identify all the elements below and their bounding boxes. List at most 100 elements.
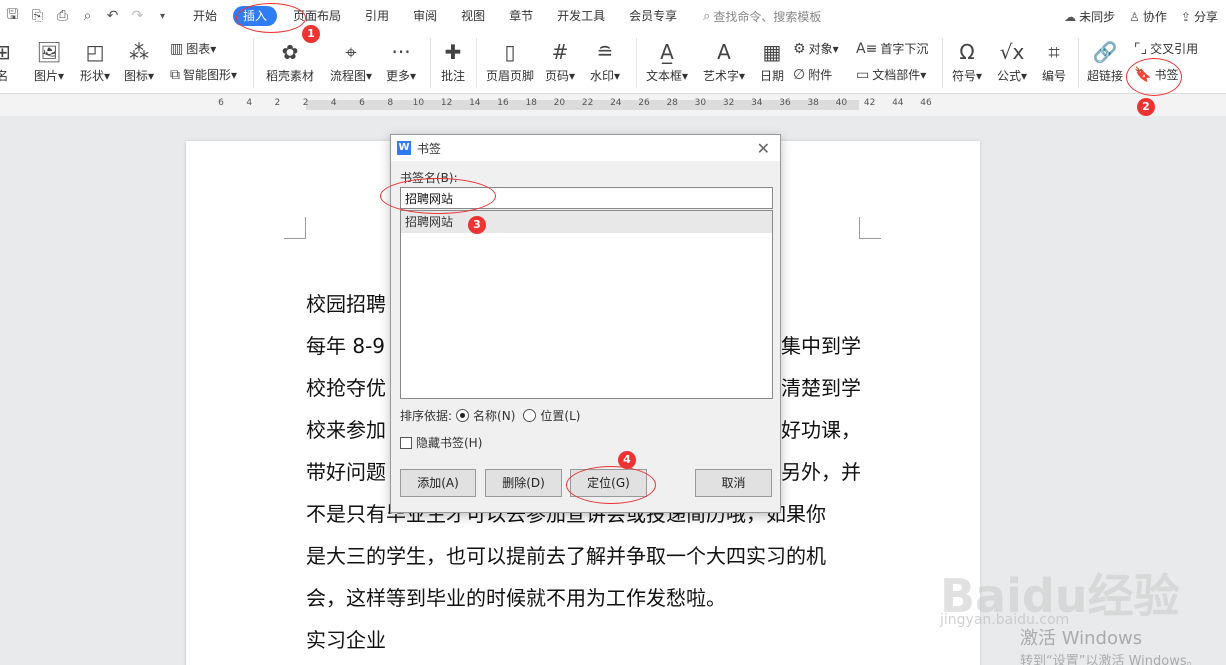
line-left-text: 会，这样等到毕业的时候就不用为工作发愁啦。 [306, 586, 726, 610]
sort-by-name-radio[interactable] [456, 409, 470, 422]
tab-home[interactable]: 开始 [181, 0, 229, 32]
object-button[interactable]: ⚙ 对象 ▾ [793, 40, 839, 57]
sort-by-position-label[interactable]: 位置(L) [540, 407, 580, 424]
ruler-tick-label: 28 [666, 98, 678, 108]
crossref-button[interactable]: ⌜⌟ 交叉引用 [1134, 40, 1198, 57]
watermark-label: 水印 [590, 69, 615, 83]
chart-icon: ▥ [170, 40, 184, 57]
margin-corner-top-left [284, 217, 306, 239]
bookmark-list[interactable]: 招聘网站 [400, 210, 773, 399]
dialog-titlebar[interactable]: W 书签 ✕ [391, 135, 780, 161]
hidden-bookmark-label[interactable]: 隐藏书签(H) [416, 434, 482, 451]
sort-options: 排序依据: 名称(N) 位置(L) [400, 407, 580, 424]
dropcap-button[interactable]: A≡ 首字下沉 [856, 40, 928, 57]
horizontal-ruler[interactable]: 6 4 2 2 4 6 8 10 12 14 16 18 20 22 24 26 28 30 32 34 36 38 40 4… [0, 94, 1226, 116]
page-number-button[interactable]: # 页码▾ [545, 38, 575, 86]
preview-icon[interactable]: ⌕ [75, 0, 100, 32]
comment-label: 批注 [441, 69, 466, 83]
hyperlink-button[interactable]: 🔗 超链接 [1087, 38, 1123, 86]
document-line: 是大三的学生，也可以提前去了解并争取一个大四实习的机 [306, 535, 861, 577]
ruler-tick-label: 20 [553, 98, 566, 108]
smartart-label: 智能图形 [183, 68, 232, 82]
left-cut-label: 名 [0, 69, 9, 83]
search-icon: ⌕ [703, 8, 711, 24]
search-placeholder: 查找命令、搜索模板 [713, 9, 822, 24]
icon-button[interactable]: ⁂ 图标▾ [124, 38, 154, 86]
dropcap-label: 首字下沉 [880, 42, 929, 56]
textbox-label: 文本框 [646, 69, 683, 83]
shape-button[interactable]: ◰ 形状▾ [80, 38, 110, 86]
hidden-bookmark-option: 隐藏书签(H) [400, 434, 482, 451]
numbering-icon: ⌗ [1048, 40, 1060, 64]
tab-section[interactable]: 章节 [497, 0, 545, 32]
header-footer-label: 页眉页脚 [486, 69, 535, 83]
sort-label: 排序依据: [400, 409, 453, 423]
header-footer-icon: ▯ [504, 40, 516, 64]
shape-label: 形状 [80, 69, 105, 83]
header-footer-button[interactable]: ▯ 页眉页脚 [486, 38, 534, 86]
hidden-bookmark-checkbox[interactable] [400, 436, 412, 449]
ruler-tick-label: 8 [387, 98, 394, 108]
crossref-label: 交叉引用 [1150, 42, 1199, 56]
tab-references[interactable]: 引用 [353, 0, 401, 32]
material-button[interactable]: ✿ 稻壳素材 [266, 38, 314, 86]
sort-by-name-label[interactable]: 名称(N) [473, 407, 515, 424]
crossref-icon: ⌜⌟ [1134, 40, 1148, 57]
date-label: 日期 [760, 69, 785, 83]
sort-by-position-radio[interactable] [523, 409, 537, 422]
tab-developer[interactable]: 开发工具 [545, 0, 617, 32]
print-icon[interactable]: ⎙ [50, 0, 75, 32]
smartart-button[interactable]: ⧉ 智能图形 ▾ [170, 66, 237, 83]
ruler-tick-label: 24 [610, 98, 622, 108]
ruler-tick-label: 10 [412, 98, 425, 108]
ribbon-separator [476, 38, 477, 88]
cancel-button[interactable]: 取消 [695, 469, 772, 497]
list-item[interactable]: 招聘网站 [401, 211, 772, 233]
more-button[interactable]: ··· 更多▾ [386, 38, 416, 86]
date-button[interactable]: ▦ 日期 [760, 38, 784, 86]
numbering-button[interactable]: ⌗ 编号 [1042, 38, 1066, 86]
omega-icon: Ω [959, 40, 975, 64]
ruler-tick-label: 26 [638, 98, 650, 108]
margin-corner-top-right [859, 217, 881, 239]
add-button[interactable]: 添加(A) [400, 469, 476, 497]
ruler-tick-label: 38 [807, 98, 819, 108]
close-icon[interactable]: ✕ [757, 139, 770, 158]
collab-label: 协作 [1142, 9, 1167, 24]
formula-button[interactable]: √x 公式▾ [997, 38, 1027, 86]
sync-button[interactable]: ☁ 未同步 [1064, 8, 1115, 25]
tab-review[interactable]: 审阅 [401, 0, 449, 32]
ruler-tick-label: 44 [892, 98, 904, 108]
undo-icon[interactable]: ↶ [100, 0, 125, 32]
export-icon[interactable]: ⎘ [25, 0, 50, 32]
tab-member[interactable]: 会员专享 [617, 0, 689, 32]
textbox-button[interactable]: A̲ 文本框▾ [646, 38, 688, 86]
redo-icon[interactable]: ↷ [125, 0, 150, 32]
line-left-text: 校抢夺优 [306, 376, 386, 400]
comment-button[interactable]: ✚ 批注 [441, 38, 465, 86]
attachment-label: 附件 [808, 68, 833, 82]
command-search[interactable]: ⌕ 查找命令、搜索模板 [703, 8, 821, 25]
doc-parts-icon: ▭ [856, 66, 870, 83]
wordart-button[interactable]: A 艺术字▾ [703, 38, 745, 86]
symbol-button[interactable]: Ω 符号▾ [952, 38, 982, 86]
document-line: 实习企业 [306, 619, 861, 661]
attachment-button[interactable]: ∅ 附件 [793, 66, 832, 83]
save-icon[interactable]: 🖫 [0, 0, 25, 32]
watermark-button[interactable]: ≘ 水印▾ [590, 38, 620, 86]
annotation-number: 4 [618, 451, 636, 469]
flowchart-button[interactable]: ⌖ 流程图▾ [330, 38, 372, 86]
picture-button[interactable]: 🖼 图片▾ [34, 38, 64, 86]
line-left-text: 实习企业 [306, 628, 386, 652]
wordart-label: 艺术字 [703, 69, 740, 83]
tab-view[interactable]: 视图 [449, 0, 497, 32]
more-icon[interactable]: ▾ [150, 0, 175, 32]
chart-button[interactable]: ▥ 图表 ▾ [170, 40, 216, 57]
calendar-icon: ▦ [762, 40, 782, 64]
collab-button[interactable]: ♙ 协作 [1129, 8, 1167, 25]
delete-button[interactable]: 删除(D) [485, 469, 562, 497]
ribbon-separator [636, 38, 637, 88]
doc-parts-button[interactable]: ▭ 文档部件 ▾ [856, 66, 926, 83]
ribbon-left-cut[interactable]: ⊞ 名 [0, 38, 11, 86]
share-button[interactable]: ⇪ 分享 [1181, 8, 1218, 25]
